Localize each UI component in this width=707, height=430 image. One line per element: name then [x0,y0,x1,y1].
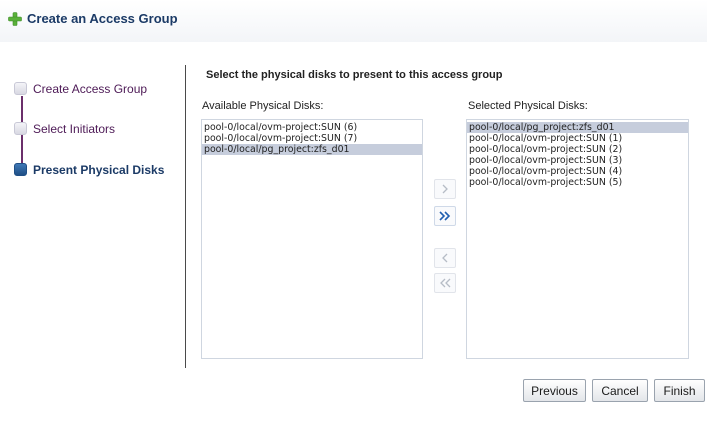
step-indicator-icon [14,82,27,95]
add-icon [8,12,22,26]
move-right-button[interactable] [434,179,456,199]
list-item[interactable]: pool-0/local/ovm-project:SUN (1) [467,133,688,144]
step-label: Select Initiators [33,122,116,136]
move-all-right-icon [439,211,451,221]
selected-disks-label: Selected Physical Disks: [468,100,588,112]
list-item[interactable]: pool-0/local/pg_project:zfs_d01 [202,144,422,155]
train-connector [21,96,23,122]
instruction-heading: Select the physical disks to present to … [206,69,503,81]
list-item[interactable]: pool-0/local/ovm-project:SUN (2) [467,144,688,155]
available-disks-list[interactable]: pool-0/local/ovm-project:SUN (6) pool-0/… [201,119,423,359]
move-all-left-icon [440,278,451,288]
list-item[interactable]: pool-0/local/ovm-project:SUN (4) [467,166,688,177]
list-item[interactable]: pool-0/local/ovm-project:SUN (5) [467,177,688,188]
move-left-button[interactable] [434,248,456,268]
current-step-indicator-icon [14,163,27,176]
dialog-header: Create an Access Group [0,0,707,42]
selected-disks-list[interactable]: pool-0/local/pg_project:zfs_d01 pool-0/l… [466,119,689,359]
list-item[interactable]: pool-0/local/ovm-project:SUN (6) [202,122,422,133]
step-indicator-icon [14,122,27,135]
finish-button[interactable]: Finish [654,379,705,402]
dialog-title: Create an Access Group [27,11,178,26]
available-disks-label: Available Physical Disks: [202,100,324,112]
move-right-icon [442,184,448,194]
cancel-button[interactable]: Cancel [592,379,648,402]
list-item[interactable]: pool-0/local/ovm-project:SUN (7) [202,133,422,144]
section-divider [185,65,186,368]
list-item[interactable]: pool-0/local/pg_project:zfs_d01 [467,122,688,133]
step-label: Create Access Group [33,82,148,96]
list-item[interactable]: pool-0/local/ovm-project:SUN (3) [467,155,688,166]
move-all-left-button[interactable] [434,273,456,293]
move-all-right-button[interactable] [434,206,456,226]
train-connector [21,134,23,164]
step-label: Present Physical Disks [33,163,165,177]
previous-button[interactable]: Previous [523,379,586,402]
move-left-icon [442,253,448,263]
